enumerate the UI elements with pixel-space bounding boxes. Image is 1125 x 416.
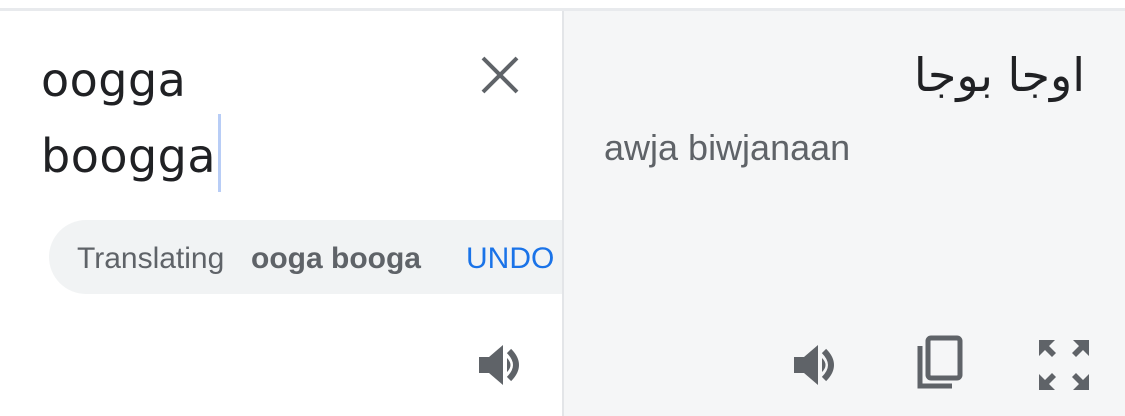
copy-icon xyxy=(917,335,963,389)
listen-translation-button[interactable] xyxy=(790,337,846,393)
translate-panel: oogga boogga Translating ooga booga UNDO… xyxy=(0,0,1125,416)
speaker-icon xyxy=(479,345,519,385)
listen-source-button[interactable] xyxy=(475,337,531,393)
translation-output: اوجا بوجا xyxy=(913,48,1085,102)
fullscreen-icon xyxy=(1039,340,1089,390)
fullscreen-button[interactable] xyxy=(1036,337,1092,393)
speaker-icon xyxy=(794,345,834,385)
suggestion-term: ooga booga xyxy=(251,242,421,275)
close-icon xyxy=(481,56,519,94)
text-caret xyxy=(218,114,222,192)
undo-button[interactable]: UNDO xyxy=(466,242,554,276)
source-input[interactable]: oogga boogga xyxy=(41,46,421,192)
clear-button[interactable] xyxy=(475,50,525,100)
source-text-line-2[interactable]: boogga xyxy=(41,129,216,183)
translating-suggestion: Translating ooga booga UNDO xyxy=(49,220,562,294)
source-text-line-1[interactable]: oogga xyxy=(41,46,421,114)
copy-translation-button[interactable] xyxy=(912,334,968,394)
romanization-text: awja biwjanaan xyxy=(604,127,851,168)
suggestion-prefix: Translating xyxy=(77,242,225,275)
